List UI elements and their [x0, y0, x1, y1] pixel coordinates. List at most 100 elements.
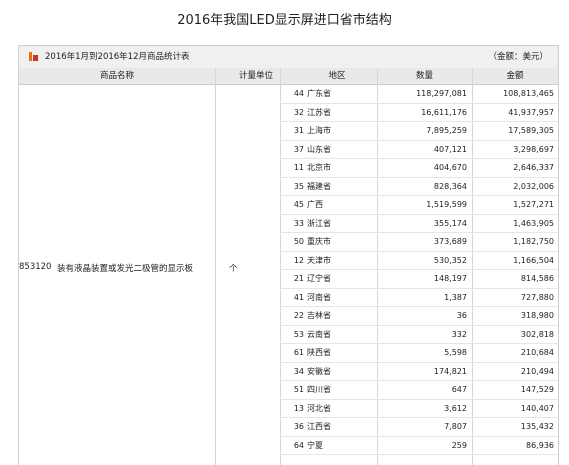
region-name: 安徽省 — [307, 366, 331, 376]
region-code: 13 — [293, 403, 304, 413]
amount-value: 2,646,337 — [513, 163, 554, 172]
region-code: 61 — [293, 348, 304, 357]
header-region: 地区 — [328, 71, 346, 81]
amount-value: 1,527,271 — [513, 200, 554, 209]
quantity-value: 36 — [456, 311, 467, 320]
amount-value: 41,937,957 — [508, 107, 554, 117]
amount-value: 1,166,504 — [513, 255, 554, 265]
region-code: 51 — [293, 385, 304, 394]
quantity-value: 5,598 — [444, 348, 467, 357]
amount-value: 86,936 — [526, 440, 554, 450]
region-code: 53 — [293, 329, 304, 339]
table-row: 11 北京市 404,670 2,646,337 — [19, 159, 558, 178]
table-row: 33 浙江省 355,174 1,463,905 — [19, 215, 558, 234]
region-code: 33 — [293, 218, 304, 228]
quantity-value: 259 — [451, 440, 467, 450]
table-row: 61 陕西省 5,598 210,684 — [19, 344, 558, 363]
table-row: 13 河北省 3,612 140,407 — [19, 400, 558, 419]
region-name: 辽宁省 — [307, 274, 331, 283]
amount-value: 1,182,750 — [513, 237, 554, 246]
region-name: 山东省 — [307, 144, 331, 154]
quantity-value: 1,519,599 — [426, 200, 467, 209]
region-code: 64 — [293, 440, 304, 450]
quantity-value: 118,297,081 — [416, 89, 467, 98]
region-name: 北京市 — [307, 163, 331, 172]
region-name: 云南省 — [307, 329, 331, 339]
quantity-value: 647 — [451, 385, 467, 394]
quantity-value: 3,612 — [444, 403, 467, 413]
table-body: 44 广东省 118,297,081 108,813,465 32 江苏省 16,611,1… — [19, 85, 558, 455]
quantity-value: 7,895,259 — [426, 126, 467, 135]
quantity-value: 16,611,176 — [421, 107, 467, 117]
amount-value: 318,980 — [520, 311, 554, 320]
region-name: 广西 — [307, 200, 323, 209]
table-row: 53 云南省 332 302,818 — [19, 326, 558, 345]
amount-value: 140,407 — [520, 403, 554, 413]
quantity-value: 404,670 — [433, 163, 467, 172]
header-unit: 计量单位 — [238, 71, 273, 81]
region-name: 福建省 — [307, 181, 331, 191]
table-row: 31 上海市 7,895,259 17,589,305 — [19, 122, 558, 141]
region-code: 32 — [293, 107, 304, 117]
amount-value: 814,586 — [520, 274, 554, 283]
amount-value: 3,298,697 — [513, 144, 554, 154]
table-row: 41 河南省 1,387 727,880 — [19, 289, 558, 308]
region-name: 四川省 — [307, 385, 331, 394]
table-row: 37 山东省 407,121 3,298,697 — [19, 141, 558, 160]
region-name: 江西省 — [307, 422, 331, 431]
amount-value: 727,880 — [520, 292, 554, 302]
amount-value: 135,432 — [520, 422, 554, 431]
amount-value: 302,818 — [520, 329, 554, 339]
table-header: 商品名称 计量单位 地区 数量 金额 — [19, 68, 558, 85]
region-code: 34 — [293, 366, 304, 376]
region-name: 河北省 — [307, 403, 331, 413]
amount-value: 17,589,305 — [508, 126, 554, 135]
quantity-value: 407,121 — [433, 144, 467, 154]
table-row: 45 广西 1,519,599 1,527,271 — [19, 196, 558, 215]
date-range-label: 2016年1月到2016年12月商品统计表 — [45, 52, 190, 62]
table-row: 12 天津市 530,352 1,166,504 — [19, 252, 558, 271]
quantity-value: 530,352 — [433, 255, 467, 265]
region-code: 21 — [293, 274, 304, 283]
table-row: 35 福建省 828,364 2,032,006 — [19, 178, 558, 197]
table-row: 21 辽宁省 148,197 814,586 — [19, 270, 558, 289]
region-name: 宁夏 — [307, 440, 323, 450]
amount-value: 147,529 — [520, 385, 554, 394]
region-name: 上海市 — [307, 126, 331, 135]
quantity-value: 174,821 — [433, 366, 467, 376]
region-code: 45 — [293, 200, 304, 209]
region-code: 36 — [293, 422, 304, 431]
region-code: 12 — [293, 255, 304, 265]
region-code: 41 — [293, 292, 304, 302]
region-name: 吉林省 — [307, 311, 331, 320]
table-row: 44 广东省 118,297,081 108,813,465 — [19, 85, 558, 104]
amount-value: 210,684 — [520, 348, 554, 357]
header-quantity: 数量 — [415, 71, 433, 81]
quantity-value: 828,364 — [433, 181, 467, 191]
table-caption-bar: 2016年1月到2016年12月商品统计表 （金额：美元） — [19, 46, 558, 69]
table-row: 22 吉林省 36 318,980 — [19, 307, 558, 326]
region-code: 37 — [293, 144, 304, 154]
region-code: 35 — [293, 181, 304, 191]
quantity-value: 373,689 — [433, 237, 467, 246]
amount-value: 108,813,465 — [503, 89, 554, 98]
region-name: 天津市 — [307, 255, 331, 265]
region-name: 重庆市 — [307, 237, 331, 246]
header-product-name: 商品名称 — [99, 71, 134, 81]
quantity-value: 7,807 — [444, 422, 467, 431]
table-row: 50 重庆市 373,689 1,182,750 — [19, 233, 558, 252]
region-name: 广东省 — [307, 89, 331, 98]
table-row: 64 宁夏 259 86,936 — [19, 437, 558, 456]
amount-value: 1,463,905 — [513, 218, 554, 228]
table-row: 34 安徽省 174,821 210,494 — [19, 363, 558, 382]
region-code: 22 — [293, 311, 304, 320]
quantity-value: 332 — [451, 329, 467, 339]
page-title: 2016年我国LED显示屏进口省市结构 — [177, 13, 392, 28]
region-code: 31 — [293, 126, 304, 135]
header-amount: 金额 — [506, 71, 524, 81]
region-name: 陕西省 — [307, 348, 331, 357]
amount-value: 2,032,006 — [513, 181, 554, 191]
region-name: 浙江省 — [307, 218, 331, 228]
stats-table: 2016年1月到2016年12月商品统计表 （金额：美元） 商品名称 计量单位 … — [18, 45, 559, 465]
table-row: 51 四川省 647 147,529 — [19, 381, 558, 400]
